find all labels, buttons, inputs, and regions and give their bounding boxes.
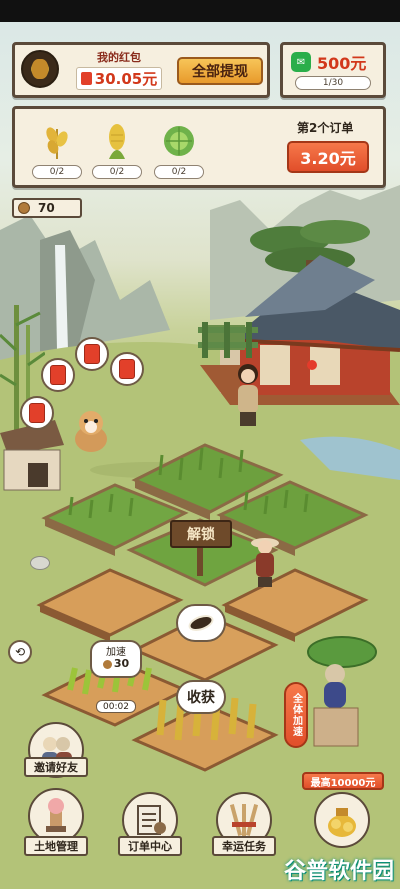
coin-icon — [18, 202, 30, 214]
red-envelope-bubble[interactable] — [110, 352, 144, 386]
swap-icon[interactable]: ⟲ — [8, 640, 32, 664]
sign-post — [197, 548, 203, 576]
red-envelope-bubble[interactable] — [75, 337, 109, 371]
order-item-progress: 0/2 — [92, 165, 142, 179]
harvest-label: 收获 — [187, 690, 215, 706]
speedup-bubble[interactable]: 加速 30 — [90, 640, 142, 678]
order-center-label: 订单中心 — [128, 840, 172, 853]
corn-icon — [109, 124, 125, 159]
coin-count: 70 — [38, 201, 55, 215]
order-item-progress-text: 0/2 — [171, 167, 187, 177]
avatar[interactable] — [21, 50, 59, 88]
empty-soil-plot[interactable] — [36, 568, 184, 642]
order-center-icon — [137, 805, 166, 835]
wheat-icon — [46, 127, 68, 159]
red-envelope-icon — [50, 365, 66, 385]
wechat-icon: ✉ — [291, 52, 311, 72]
order-reward: 3.20元 — [300, 149, 356, 168]
red-envelope-bubble[interactable] — [41, 358, 75, 392]
grow-timer-text: 00:02 — [103, 701, 129, 712]
game-screen: 解锁 加速 30 00:02 收获 ⟲ 全体加速 我的红包 30.05元 全部提… — [0, 0, 400, 889]
lucky-task-label-box[interactable]: 幸运任务 — [212, 836, 276, 856]
max-reward-text: 最高10000元 — [310, 777, 376, 789]
red-envelope-icon — [80, 72, 92, 85]
fence — [198, 322, 258, 358]
speedup-count: 30 — [113, 657, 130, 671]
unlock-sign[interactable]: 解锁 — [170, 520, 232, 548]
red-envelope-icon — [119, 359, 135, 379]
bonus-panel: ✉ 500元 1/30 — [280, 42, 386, 98]
cabbage-icon — [164, 126, 194, 156]
bonus-amount: 500元 — [317, 54, 367, 73]
wallet-label: 我的红包 — [97, 51, 141, 64]
invite-friends-label: 邀请好友 — [34, 761, 78, 774]
grow-timer: 00:02 — [96, 700, 136, 713]
coin-icon — [102, 660, 112, 669]
watermark: 谷普软件园 — [283, 859, 394, 884]
lucky-task-label: 幸运任务 — [222, 840, 266, 853]
order-reward-button[interactable]: 3.20元 — [287, 141, 369, 173]
unlock-sign-label: 解锁 — [187, 527, 215, 543]
lucky-task-icon — [229, 804, 259, 836]
wallet-panel: 我的红包 30.05元 全部提现 — [12, 42, 270, 98]
wallet-amount: 30.05元 — [94, 70, 158, 88]
bonus-progress: 1/30 — [322, 78, 344, 88]
bonus-progress-bar: 1/30 — [295, 76, 371, 90]
rock-icon — [30, 556, 50, 570]
bonus-row: ✉ 500元 — [291, 50, 366, 74]
order-item-progress: 0/2 — [32, 165, 82, 179]
order-panel: 0/2 0/2 0/2 第2个订单 3.20元 — [12, 106, 386, 188]
treasure-button[interactable] — [314, 792, 370, 848]
order-item-progress: 0/2 — [154, 165, 204, 179]
coin-counter: 70 — [12, 198, 82, 218]
treasure-bag-icon — [328, 808, 356, 837]
invite-friends-label-box[interactable]: 邀请好友 — [24, 757, 88, 777]
wallet-amount-box: 30.05元 — [75, 67, 163, 90]
order-center-label-box[interactable]: 订单中心 — [118, 836, 182, 856]
land-management-label: 土地管理 — [34, 840, 78, 853]
order-item-progress-text: 0/2 — [109, 167, 125, 177]
withdraw-all-button[interactable]: 全部提现 — [177, 57, 263, 85]
farmer-worker — [251, 538, 279, 587]
order-title: 第2个订单 — [297, 121, 354, 135]
land-management-label-box[interactable]: 土地管理 — [24, 836, 88, 856]
land-management-icon — [46, 798, 66, 832]
red-envelope-icon — [84, 344, 100, 364]
withdraw-all-label: 全部提现 — [192, 64, 248, 80]
seed-bubble[interactable] — [176, 604, 226, 642]
avatar-icon — [32, 59, 48, 79]
harvest-button[interactable]: 收获 — [176, 680, 226, 714]
otter-character — [313, 664, 359, 747]
seed-icon — [186, 611, 216, 635]
max-reward-badge: 最高10000元 — [302, 772, 384, 790]
order-item-progress-text: 0/2 — [49, 167, 65, 177]
wallet-info: 我的红包 30.05元 — [69, 49, 169, 90]
all-speedup-button[interactable]: 全体加速 — [284, 682, 308, 748]
speedup-count-row: 30 — [102, 657, 130, 671]
all-speedup-label: 全体加速 — [290, 693, 302, 737]
